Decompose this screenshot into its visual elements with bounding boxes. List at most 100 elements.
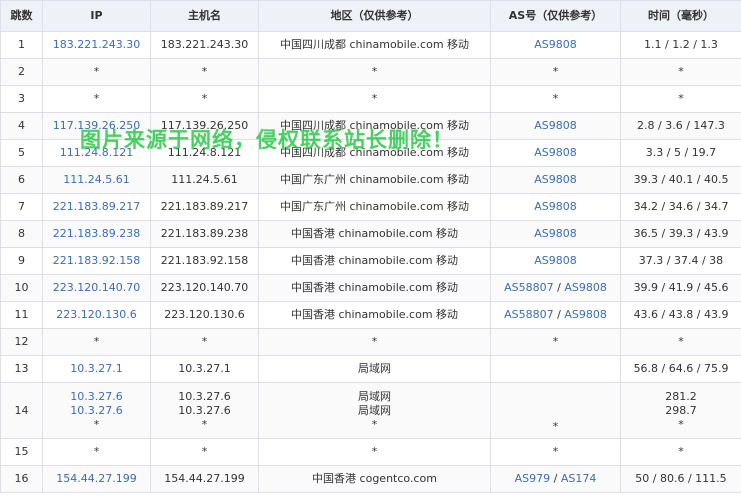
ip-cell-value[interactable]: 221.183.89.217 xyxy=(53,200,140,213)
hostname-cell: 111.24.5.61 xyxy=(150,166,259,194)
header-hostname: 主机名 xyxy=(150,0,259,32)
header-region: 地区（仅供参考） xyxy=(258,0,491,32)
ip-cell-value[interactable]: 221.183.92.158 xyxy=(53,254,140,267)
hop-number: 2 xyxy=(0,58,43,86)
as-link[interactable]: AS9808 xyxy=(534,173,577,186)
time-cell: * xyxy=(620,85,741,113)
hostname-cell: 111.24.8.121 xyxy=(150,139,259,167)
time-cell-value: 50 / 80.6 / 111.5 xyxy=(635,472,727,485)
as-cell: * xyxy=(490,382,621,439)
header-ip: IP xyxy=(42,0,151,32)
region-cell: 中国广东广州 chinamobile.com 移动 xyxy=(258,193,491,221)
as-link[interactable]: AS9808 xyxy=(564,308,607,321)
as-value: * xyxy=(552,420,559,433)
hop-number: 6 xyxy=(0,166,43,194)
hop-number: 12 xyxy=(0,328,43,356)
hostname-cell: 221.183.92.158 xyxy=(150,247,259,275)
as-link[interactable]: AS58807 xyxy=(504,308,554,321)
hostname-cell-value: * xyxy=(201,417,208,431)
as-link[interactable]: AS9808 xyxy=(564,281,607,294)
as-link[interactable]: AS174 xyxy=(561,472,597,485)
hostname-cell: * xyxy=(150,58,259,86)
time-cell-value: 298.7 xyxy=(665,403,697,417)
ip-cell-value[interactable]: 10.3.27.6 xyxy=(45,390,148,404)
hostname-cell-value: 221.183.89.217 xyxy=(160,200,249,213)
hop-number: 9 xyxy=(0,247,43,275)
region-cell: 中国四川成都 chinamobile.com 移动 xyxy=(258,139,491,167)
region-cell: 中国香港 chinamobile.com 移动 xyxy=(258,247,491,275)
time-cell-value: 39.9 / 41.9 / 45.6 xyxy=(633,281,729,294)
region-cell: * xyxy=(258,58,491,86)
ip-cell: 221.183.92.158 xyxy=(42,247,151,275)
as-value: * xyxy=(552,65,559,78)
header-hop: 跳数 xyxy=(0,0,43,32)
as-link[interactable]: AS9808 xyxy=(534,119,577,132)
hostname-cell: 223.120.140.70 xyxy=(150,274,259,302)
ip-cell-value[interactable]: 183.221.243.30 xyxy=(53,38,140,51)
ip-cell-value[interactable]: 10.3.27.6 xyxy=(45,404,148,418)
ip-cell-value[interactable]: 154.44.27.199 xyxy=(56,472,136,485)
hostname-cell: 10.3.27.1 xyxy=(150,355,259,383)
region-cell: 中国香港 chinamobile.com 移动 xyxy=(258,274,491,302)
time-cell-value: * xyxy=(678,335,684,348)
ip-cell-value[interactable]: 117.139.26.250 xyxy=(53,119,140,132)
region-cell: 局域网 局域网 * xyxy=(258,382,491,439)
table-row: 11 223.120.130.6 223.120.130.6 中国香港 chinamo… xyxy=(0,301,741,329)
region-cell-value: 中国香港 chinamobile.com 移动 xyxy=(290,227,459,240)
table-row: 1 183.221.243.30 183.221.243.30 中国四川成都 chin… xyxy=(0,31,741,59)
ip-cell: 154.44.27.199 xyxy=(42,465,151,493)
time-cell-value: 281.2 xyxy=(665,389,697,403)
as-link[interactable]: AS979 xyxy=(515,472,551,485)
hostname-cell: 117.139.26.250 xyxy=(150,112,259,140)
region-cell-value: 中国香港 chinamobile.com 移动 xyxy=(290,308,459,321)
ip-cell-value[interactable]: 111.24.5.61 xyxy=(63,173,129,186)
region-cell-value: 中国广东广州 chinamobile.com 移动 xyxy=(279,173,470,186)
ip-cell: 221.183.89.238 xyxy=(42,220,151,248)
as-link[interactable]: AS9808 xyxy=(534,254,577,267)
table-row: 14 10.3.27.6 10.3.27.6 * 10.3.27.6 10.3.27.6 *… xyxy=(0,382,741,439)
time-cell-value: * xyxy=(678,417,684,431)
as-cell: AS9808 xyxy=(490,31,621,59)
hostname-cell: 223.120.130.6 xyxy=(150,301,259,329)
time-cell-value: 37.3 / 37.4 / 38 xyxy=(638,254,724,267)
ip-cell-value: * xyxy=(93,445,100,458)
as-link[interactable]: AS9808 xyxy=(534,200,577,213)
ip-cell-value[interactable]: 223.120.130.6 xyxy=(56,308,136,321)
hop-number: 7 xyxy=(0,193,43,221)
time-cell-value: 43.6 / 43.8 / 43.9 xyxy=(633,308,729,321)
time-cell: * xyxy=(620,328,741,356)
time-cell: * xyxy=(620,58,741,86)
ip-cell-value[interactable]: 223.120.140.70 xyxy=(53,281,140,294)
table-row: 3 * * * * * xyxy=(0,85,741,113)
as-value: * xyxy=(552,335,559,348)
hostname-cell-value: 117.139.26.250 xyxy=(160,119,249,132)
region-cell-value: 中国香港 chinamobile.com 移动 xyxy=(290,281,459,294)
ip-cell-value[interactable]: 10.3.27.1 xyxy=(70,362,122,375)
as-link[interactable]: AS58807 xyxy=(504,281,554,294)
as-value: * xyxy=(552,92,559,105)
ip-cell: 221.183.89.217 xyxy=(42,193,151,221)
as-cell: * xyxy=(490,438,621,466)
ip-cell-value[interactable]: 221.183.89.238 xyxy=(53,227,140,240)
time-cell: 37.3 / 37.4 / 38 xyxy=(620,247,741,275)
hostname-cell: * xyxy=(150,438,259,466)
region-cell: * xyxy=(258,85,491,113)
as-link[interactable]: AS9808 xyxy=(534,38,577,51)
table-row: 5 111.24.8.121 111.24.8.121 中国四川成都 chinamob… xyxy=(0,139,741,167)
region-cell: 中国四川成都 chinamobile.com 移动 xyxy=(258,112,491,140)
as-link[interactable]: AS9808 xyxy=(534,227,577,240)
hop-number: 16 xyxy=(0,465,43,493)
table-row: 9 221.183.92.158 221.183.92.158 中国香港 chinam… xyxy=(0,247,741,275)
time-cell-value: * xyxy=(678,92,684,105)
table-header-row: 跳数 IP 主机名 地区（仅供参考） AS号（仅供参考） 时间（毫秒） xyxy=(0,0,741,32)
hostname-cell: 154.44.27.199 xyxy=(150,465,259,493)
as-cell: AS979 / AS174 xyxy=(490,465,621,493)
hostname-cell-value: * xyxy=(201,92,208,105)
hostname-cell-value: 111.24.8.121 xyxy=(167,146,242,159)
hostname-cell-value: * xyxy=(201,335,208,348)
region-cell: * xyxy=(258,328,491,356)
hostname-cell: * xyxy=(150,85,259,113)
as-link[interactable]: AS9808 xyxy=(534,146,577,159)
hop-number: 1 xyxy=(0,31,43,59)
ip-cell-value[interactable]: 111.24.8.121 xyxy=(60,146,133,159)
